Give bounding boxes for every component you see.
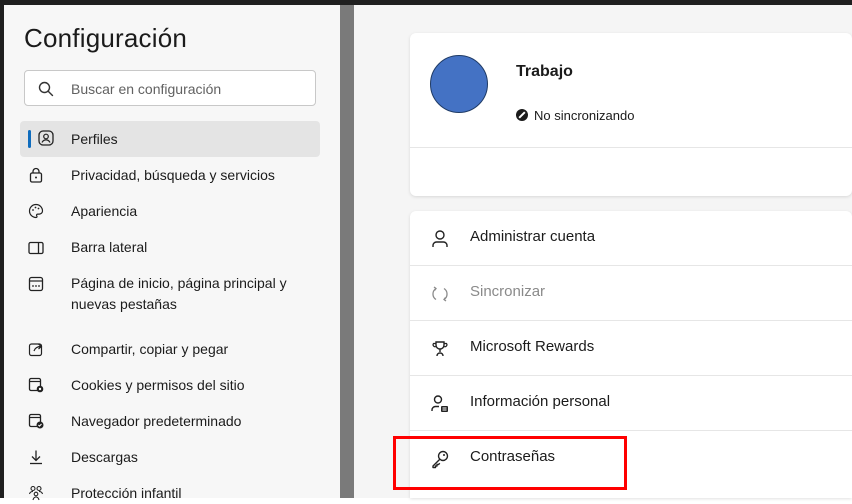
search-box[interactable]	[24, 70, 316, 106]
option-microsoft-rewards[interactable]: Microsoft Rewards	[410, 321, 852, 376]
sync-off-icon	[516, 109, 528, 121]
option-sincronizar[interactable]: Sincronizar	[410, 266, 852, 321]
option-label: Sincronizar	[470, 283, 546, 300]
option-administrar-cuenta[interactable]: Administrar cuenta	[410, 211, 852, 266]
lock-icon	[28, 167, 44, 183]
person-icon	[430, 229, 450, 249]
option-label: Microsoft Rewards	[470, 338, 595, 355]
card-divider	[410, 147, 852, 148]
sidebar-item-pagina-inicio[interactable]: Página de inicio, página principal y nue…	[20, 273, 320, 315]
sidebar-item-perfiles[interactable]: Perfiles	[20, 121, 320, 157]
avatar[interactable]	[430, 55, 488, 113]
profile-icon	[38, 130, 54, 146]
sidebar-item-apariencia[interactable]: Apariencia	[20, 201, 320, 222]
sync-status: No sincronizando	[516, 108, 634, 123]
palette-icon	[28, 203, 44, 219]
sidebar-item-privacidad[interactable]: Privacidad, búsqueda y servicios	[20, 165, 320, 186]
active-indicator	[28, 130, 31, 148]
sidebar-item-navegador[interactable]: Navegador predeterminado	[20, 411, 320, 432]
sidebar-item-label: Protección infantil	[71, 485, 182, 501]
sidebar-item-label: Descargas	[71, 449, 138, 465]
download-icon	[28, 449, 44, 465]
sync-status-text: No sincronizando	[534, 108, 635, 123]
personal-info-icon	[430, 394, 450, 414]
sidebar-item-label: Navegador predeterminado	[71, 413, 242, 429]
family-icon	[28, 485, 44, 501]
sidebar-item-descargas[interactable]: Descargas	[20, 447, 320, 468]
sidebar-item-label: Privacidad, búsqueda y servicios	[71, 167, 275, 183]
pane-divider[interactable]	[340, 5, 354, 498]
settings-sidebar: Configuración Perfiles Privacidad, búsqu…	[4, 5, 340, 501]
search-input[interactable]	[69, 77, 308, 101]
sidebar-item-label: Compartir, copiar y pegar	[71, 341, 229, 357]
option-label: Información personal	[470, 393, 611, 410]
sidebar-item-cookies[interactable]: Cookies y permisos del sitio	[20, 375, 320, 396]
sidebar-item-label: Página de inicio, página principal y nue…	[71, 275, 287, 312]
search-icon	[37, 80, 55, 98]
trophy-icon	[430, 339, 450, 359]
profile-name: Trabajo	[516, 63, 573, 80]
main-content: Trabajo No sincronizando Administrar cue…	[354, 5, 852, 498]
share-icon	[28, 341, 44, 357]
sidebar-item-compartir[interactable]: Compartir, copiar y pegar	[20, 339, 320, 360]
sync-icon	[430, 284, 450, 304]
sidebar-icon	[28, 240, 44, 256]
cookie-permissions-icon	[28, 377, 44, 393]
option-informacion-personal[interactable]: Información personal	[410, 376, 852, 431]
sidebar-item-label: Perfiles	[71, 131, 118, 147]
sidebar-item-label: Apariencia	[71, 203, 138, 219]
option-label: Administrar cuenta	[470, 228, 596, 245]
sidebar-item-label: Cookies y permisos del sitio	[71, 377, 245, 393]
profile-card: Trabajo No sincronizando	[410, 33, 852, 196]
sidebar-item-barra-lateral[interactable]: Barra lateral	[20, 237, 320, 258]
sidebar-item-label: Barra lateral	[71, 239, 148, 255]
page-title: Configuración	[24, 23, 188, 53]
sidebar-item-proteccion-infantil[interactable]: Protección infantil	[20, 483, 320, 504]
highlight-box	[393, 436, 627, 490]
home-page-icon	[28, 276, 44, 292]
default-browser-icon	[28, 413, 44, 429]
